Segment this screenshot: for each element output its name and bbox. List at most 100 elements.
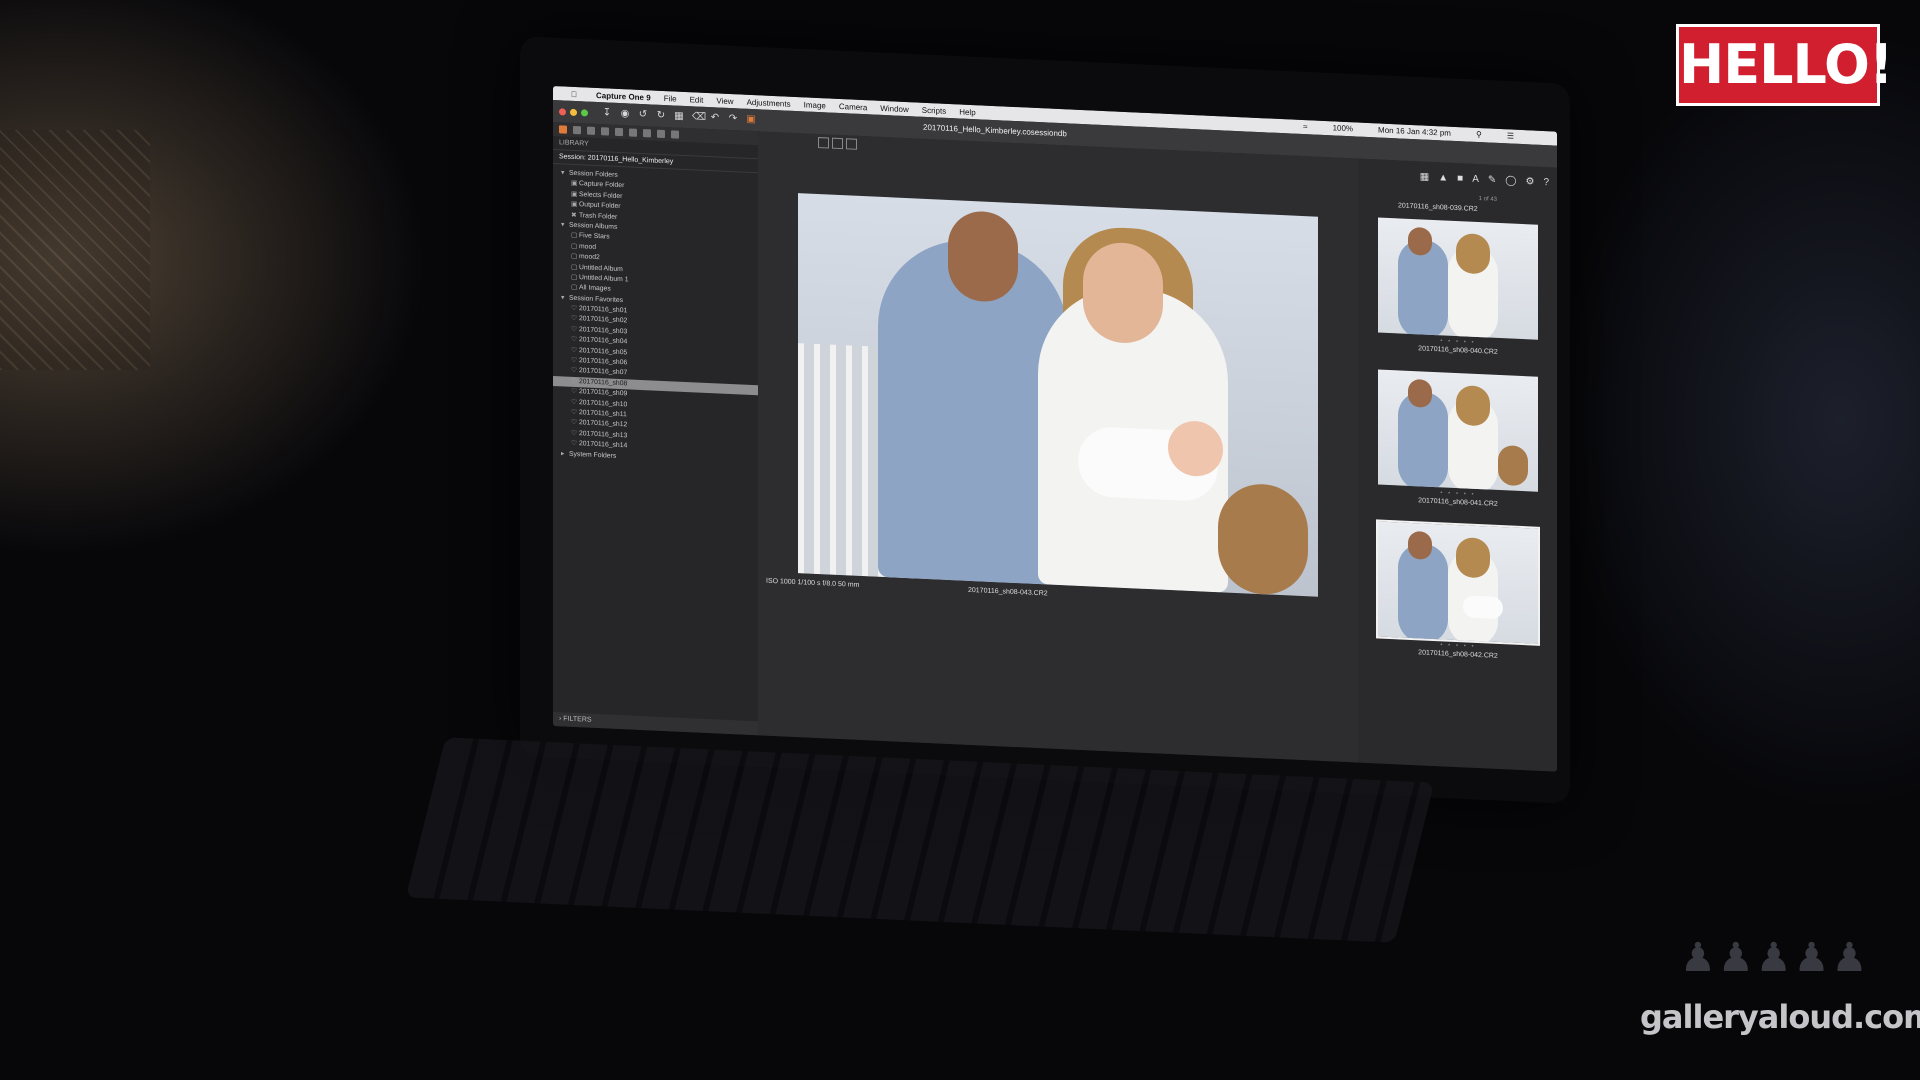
library-tree-label: Untitled Album 1 <box>579 274 629 284</box>
tab-library[interactable] <box>559 125 567 134</box>
rotate-left-icon[interactable]: ↺ <box>638 109 648 120</box>
folder-icon: ▣ <box>571 200 578 209</box>
heart-icon: ♡ <box>571 377 578 385</box>
multi-view-button[interactable] <box>818 136 829 149</box>
process-icon[interactable]: ▦ <box>674 111 684 122</box>
speech-icon[interactable]: ◯ <box>1505 175 1516 187</box>
menu-scripts[interactable]: Scripts <box>922 105 946 115</box>
library-tree-label: 20170116_sh04 <box>579 336 628 346</box>
library-tree-label: 20170116_sh13 <box>579 429 628 440</box>
thumbnail[interactable]: • • • • • 20170116_sh08-040.CR2 <box>1378 217 1538 358</box>
trash-icon: ✖ <box>571 211 577 219</box>
library-tree-label: 20170116_sh02 <box>579 315 628 325</box>
minimize-window-button[interactable] <box>570 108 577 116</box>
battery-percent[interactable]: 100% <box>1333 123 1353 133</box>
teddy-bear <box>1218 482 1308 597</box>
heart-icon: ♡ <box>571 336 578 344</box>
chevron-down-icon: ▾ <box>561 294 565 302</box>
menu-view[interactable]: View <box>716 96 733 106</box>
library-tree-label: Session Folders <box>569 169 618 179</box>
library-tree-label: Output Folder <box>579 201 621 211</box>
heart-icon: ♡ <box>571 388 578 396</box>
filters-label: FILTERS <box>563 715 592 724</box>
zoom-window-button[interactable] <box>581 108 588 117</box>
viewer-filename: 20170116_sh08-043.CR2 <box>968 586 1048 598</box>
thumbnail-image <box>1376 519 1540 646</box>
menu-help[interactable]: Help <box>959 107 975 117</box>
menu-image[interactable]: Image <box>804 100 826 110</box>
library-tree-label: Session Favorites <box>569 294 624 304</box>
library-tree-label: Trash Folder <box>579 211 618 221</box>
import-icon[interactable]: ↧ <box>602 107 612 118</box>
main-photo[interactable] <box>798 193 1318 597</box>
wifi-icon[interactable]: ≈ <box>1303 122 1307 131</box>
library-tree-label: 20170116_sh10 <box>579 398 628 408</box>
heart-icon: ♡ <box>571 408 578 417</box>
chevron-down-icon: ▾ <box>561 169 565 177</box>
library-tree-label: 20170116_sh03 <box>579 326 628 336</box>
tab-capture[interactable] <box>573 125 581 135</box>
tab-lens[interactable] <box>587 126 595 135</box>
tab-color[interactable] <box>629 128 637 137</box>
thumbnail-image <box>1378 217 1538 340</box>
apple-icon[interactable]:  <box>571 89 577 98</box>
tab-metadata[interactable] <box>657 129 665 139</box>
library-tree-label: 20170116_sh09 <box>579 388 628 398</box>
grid-icon[interactable]: ▦ <box>1420 171 1429 182</box>
library-panel: LIBRARY Session: 20170116_Hello_Kimberle… <box>553 122 764 736</box>
undo-icon[interactable]: ↶ <box>710 112 720 123</box>
brush-icon[interactable]: ✎ <box>1488 174 1496 185</box>
help-icon[interactable]: ? <box>1543 176 1549 187</box>
thumbnail[interactable]: • • • • • 20170116_sh08-041.CR2 <box>1378 369 1538 510</box>
notification-center-icon[interactable]: ☰ <box>1507 131 1514 140</box>
menu-adjustments[interactable]: Adjustments <box>747 97 791 108</box>
window-title: 20170116_Hello_Kimberley.cosessiondb <box>923 122 1067 139</box>
heart-icon: ♡ <box>571 325 578 333</box>
tab-output[interactable] <box>671 130 679 139</box>
library-tree-label: 20170116_sh05 <box>579 346 628 357</box>
library-tree-label: 20170116_sh11 <box>579 409 627 419</box>
library-tree-label: Session Albums <box>569 221 618 231</box>
menu-window[interactable]: Window <box>880 103 908 113</box>
heart-icon: ♡ <box>571 429 578 437</box>
library-tree-label: mood <box>579 242 597 251</box>
window-controls <box>559 107 588 117</box>
compare-view-button[interactable] <box>846 137 857 150</box>
camera-icon[interactable]: ◉ <box>620 108 630 119</box>
stack-icon[interactable]: ■ <box>1457 173 1463 184</box>
close-window-button[interactable] <box>559 107 566 116</box>
radiator <box>0 130 150 370</box>
album-icon: ▢ <box>571 263 578 271</box>
menu-camera[interactable]: Camera <box>839 101 867 111</box>
thumbnail-selected[interactable]: • • • • • 20170116_sh08-042.CR2 <box>1376 519 1540 662</box>
laptop-screen:  Capture One 9 File Edit View Adjustmen… <box>553 86 1557 772</box>
tab-details[interactable] <box>643 129 651 138</box>
reset-icon[interactable]: ▣ <box>746 114 756 125</box>
redo-icon[interactable]: ↷ <box>728 113 738 124</box>
library-tree-label: Capture Folder <box>579 180 625 190</box>
menu-app-name[interactable]: Capture One 9 <box>596 90 651 101</box>
text-icon[interactable]: A <box>1472 173 1479 184</box>
album-icon: ▢ <box>571 284 578 292</box>
chevron-right-icon: ▸ <box>561 449 565 458</box>
warning-icon[interactable]: ▲ <box>1438 172 1448 183</box>
library-tree-label: Untitled Album <box>579 263 623 273</box>
delete-icon[interactable]: ⌫ <box>692 111 706 123</box>
rotate-right-icon[interactable]: ↻ <box>656 110 666 121</box>
thumbnail-image <box>1378 369 1538 492</box>
library-tree-label: Five Stars <box>579 232 610 241</box>
menu-edit[interactable]: Edit <box>690 95 704 105</box>
album-icon: ▢ <box>571 242 578 250</box>
clock[interactable]: Mon 16 Jan 4:32 pm <box>1378 125 1451 137</box>
library-tree-label: 20170116_sh06 <box>579 357 628 367</box>
heart-icon: ♡ <box>571 356 578 365</box>
library-tree-label: All Images <box>579 284 611 293</box>
spotlight-icon[interactable]: ⚲ <box>1476 130 1482 139</box>
menu-file[interactable]: File <box>664 94 677 104</box>
tab-composition[interactable] <box>601 127 609 136</box>
exif-meta: ISO 1000 1/100 s f/8.0 50 mm <box>766 577 860 589</box>
single-view-button[interactable] <box>832 137 843 149</box>
tab-exposure[interactable] <box>615 127 623 137</box>
heart-icon: ♡ <box>571 398 578 406</box>
settings-icon[interactable]: ⚙ <box>1525 176 1534 187</box>
